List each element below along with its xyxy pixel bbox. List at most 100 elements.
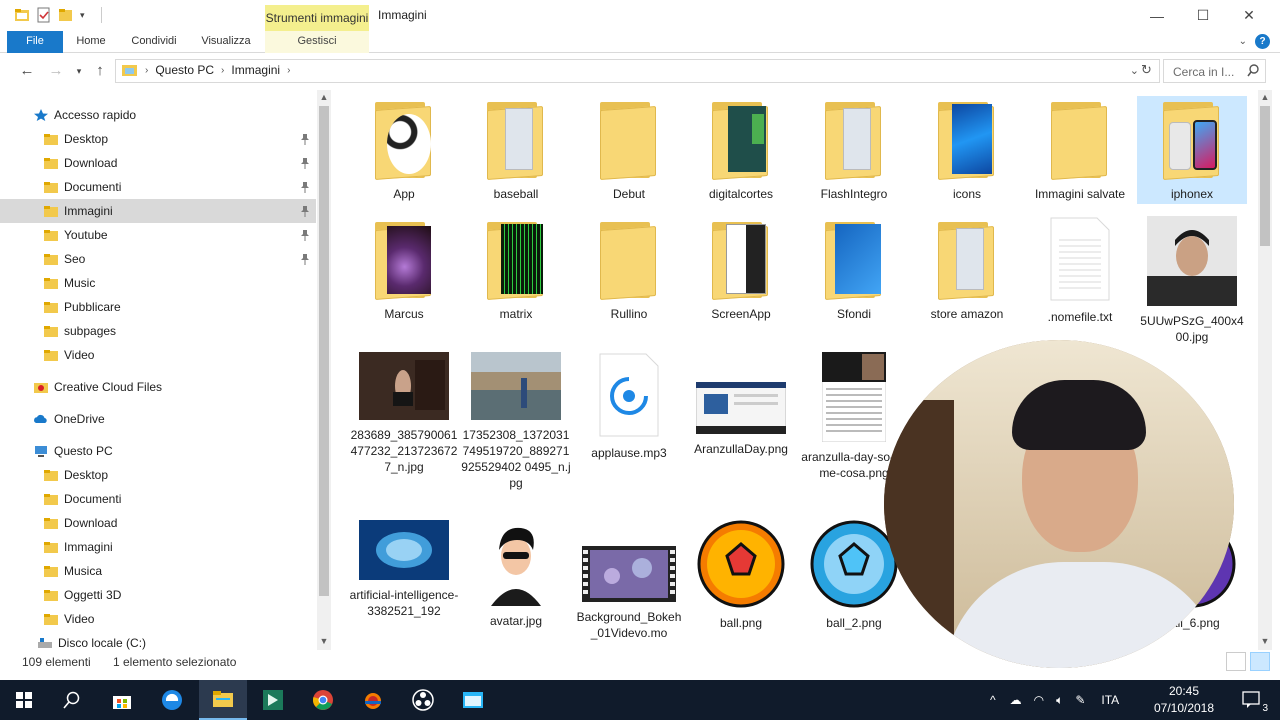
camtasia-taskbar-button[interactable] bbox=[249, 680, 297, 720]
sidebar-item[interactable]: Music bbox=[0, 271, 316, 295]
file-item[interactable]: artificial-intelligence-3382521_192 bbox=[349, 520, 459, 628]
action-center-button[interactable]: 3 bbox=[1228, 680, 1276, 720]
scroll-down-icon[interactable]: ▼ bbox=[1258, 634, 1272, 648]
sidebar-item[interactable]: subpages bbox=[0, 319, 316, 343]
wifi-icon[interactable]: ◠ bbox=[1034, 693, 1044, 707]
scroll-down-icon[interactable]: ▼ bbox=[317, 634, 331, 648]
sidebar-item[interactable]: Disco locale (C:) bbox=[0, 631, 316, 650]
sidebar-item[interactable]: Immagini bbox=[0, 535, 316, 559]
sidebar-item[interactable]: Accesso rapido bbox=[0, 103, 316, 127]
tab-view[interactable]: Visualizza bbox=[196, 31, 256, 53]
file-item[interactable]: ball.png bbox=[686, 520, 796, 631]
search-icon[interactable] bbox=[1247, 64, 1259, 78]
sidebar-item[interactable]: OneDrive bbox=[0, 407, 316, 431]
tab-home[interactable]: Home bbox=[70, 31, 112, 53]
pen-icon[interactable]: ✎ bbox=[1075, 693, 1085, 707]
sidebar-item[interactable]: Creative Cloud Files bbox=[0, 375, 316, 399]
store-taskbar-button[interactable] bbox=[98, 680, 146, 720]
scrollbar-thumb[interactable] bbox=[319, 106, 329, 596]
help-icon[interactable]: ? bbox=[1255, 34, 1270, 49]
file-item[interactable]: applause.mp3 bbox=[574, 352, 684, 461]
address-dropdown-icon[interactable]: ⌄ bbox=[1130, 64, 1139, 77]
tab-share[interactable]: Condividi bbox=[124, 31, 184, 53]
folder-item[interactable]: App bbox=[349, 96, 459, 204]
folder-item[interactable]: matrix bbox=[461, 216, 571, 324]
app-window-taskbar-button[interactable] bbox=[449, 680, 497, 720]
pin-icon[interactable] bbox=[300, 133, 310, 145]
sidebar-item[interactable]: Desktop bbox=[0, 127, 316, 151]
search-box[interactable]: Cerca in I... bbox=[1163, 59, 1266, 83]
folder-item[interactable]: Immagini salvate bbox=[1025, 96, 1135, 204]
pin-icon[interactable] bbox=[300, 157, 310, 169]
search-taskbar-button[interactable] bbox=[48, 680, 96, 720]
folder-item[interactable]: Debut bbox=[574, 96, 684, 204]
app-taskbar-button[interactable] bbox=[349, 680, 397, 720]
recent-locations-icon[interactable]: ▾ bbox=[70, 62, 88, 80]
address-bar[interactable]: › Questo PC › Immagini › ⌄ ↻ bbox=[115, 59, 1160, 83]
language-indicator[interactable]: ITA bbox=[1101, 693, 1119, 707]
pin-icon[interactable] bbox=[300, 253, 310, 265]
file-item[interactable]: AranzullaDay.png bbox=[686, 352, 796, 460]
sidebar-item[interactable]: Documenti bbox=[0, 487, 316, 511]
tab-file[interactable]: File bbox=[7, 31, 63, 53]
sidebar-item[interactable]: Desktop bbox=[0, 463, 316, 487]
show-hidden-icons-icon[interactable]: ^ bbox=[990, 693, 996, 707]
sidebar-item[interactable]: Video bbox=[0, 607, 316, 631]
clock[interactable]: 20:45 07/10/2018 bbox=[1148, 683, 1220, 717]
navigation-pane-scrollbar[interactable]: ▲ ▼ bbox=[317, 90, 331, 650]
tab-manage[interactable]: Gestisci bbox=[265, 31, 369, 53]
forward-arrow-icon[interactable]: → bbox=[47, 62, 65, 80]
sidebar-item[interactable]: Questo PC bbox=[0, 439, 316, 463]
sidebar-item[interactable]: Download bbox=[0, 511, 316, 535]
scroll-up-icon[interactable]: ▲ bbox=[1258, 90, 1272, 104]
chrome-taskbar-button[interactable] bbox=[299, 680, 347, 720]
customize-qat-dropdown-icon[interactable]: ▾ bbox=[80, 10, 85, 21]
expand-ribbon-icon[interactable]: ⌄ bbox=[1239, 36, 1247, 47]
edge-taskbar-button[interactable] bbox=[148, 680, 196, 720]
file-explorer-taskbar-button[interactable] bbox=[199, 680, 247, 720]
sidebar-item[interactable]: Musica bbox=[0, 559, 316, 583]
onedrive-tray-icon[interactable]: ☁ bbox=[1010, 693, 1022, 707]
sidebar-item[interactable]: Oggetti 3D bbox=[0, 583, 316, 607]
file-item[interactable]: 17352308_1372031749519720_88927192552940… bbox=[461, 352, 571, 491]
obs-taskbar-button[interactable] bbox=[399, 680, 447, 720]
folder-item[interactable]: store amazon bbox=[912, 216, 1022, 324]
close-button[interactable]: ✕ bbox=[1226, 0, 1272, 31]
sidebar-item[interactable]: Youtube bbox=[0, 223, 316, 247]
file-item[interactable]: avatar.jpg bbox=[461, 520, 571, 629]
file-list-scrollbar[interactable]: ▲ ▼ bbox=[1258, 90, 1272, 650]
folder-item[interactable]: FlashIntegro bbox=[799, 96, 909, 204]
start-button[interactable] bbox=[0, 680, 48, 720]
pin-icon[interactable] bbox=[300, 229, 310, 241]
folder-item[interactable]: digitalcortes bbox=[686, 96, 796, 204]
up-arrow-icon[interactable]: ↑ bbox=[91, 62, 109, 80]
folder-item[interactable]: Marcus bbox=[349, 216, 459, 324]
folder-item[interactable]: Rullino bbox=[574, 216, 684, 324]
sidebar-item[interactable]: Seo bbox=[0, 247, 316, 271]
pin-icon[interactable] bbox=[300, 181, 310, 193]
sidebar-item[interactable]: Immagini bbox=[0, 199, 316, 223]
scrollbar-thumb[interactable] bbox=[1260, 106, 1270, 246]
pin-icon[interactable] bbox=[300, 205, 310, 217]
sidebar-item[interactable]: Documenti bbox=[0, 175, 316, 199]
sidebar-item[interactable]: Pubblicare bbox=[0, 295, 316, 319]
properties-icon[interactable] bbox=[36, 7, 52, 23]
sidebar-item[interactable]: Download bbox=[0, 151, 316, 175]
file-item[interactable]: 283689_385790061477232_2137236727_n.jpg bbox=[349, 352, 459, 475]
breadcrumb-this-pc[interactable]: Questo PC bbox=[155, 63, 214, 77]
file-item[interactable]: Background_Bokeh_01Videvo.mo bbox=[574, 520, 684, 641]
volume-icon[interactable]: 🔈︎ bbox=[1056, 693, 1063, 708]
sidebar-item[interactable]: Video bbox=[0, 343, 316, 367]
maximize-button[interactable]: ☐ bbox=[1180, 0, 1226, 31]
refresh-icon[interactable]: ↻ bbox=[1141, 62, 1157, 80]
back-arrow-icon[interactable]: ← bbox=[18, 62, 36, 80]
new-folder-icon[interactable] bbox=[58, 7, 74, 23]
folder-item[interactable]: baseball bbox=[461, 96, 571, 204]
folder-item[interactable]: icons bbox=[912, 96, 1022, 204]
large-icons-view-icon[interactable] bbox=[1250, 652, 1270, 671]
folder-item[interactable]: iphonex bbox=[1137, 96, 1247, 204]
file-item[interactable]: .nomefile.txt bbox=[1025, 216, 1135, 325]
breadcrumb-pictures[interactable]: Immagini bbox=[231, 63, 280, 77]
file-item[interactable]: 5UUwPSzG_400x400.jpg bbox=[1137, 216, 1247, 345]
folder-item[interactable]: ScreenApp bbox=[686, 216, 796, 324]
